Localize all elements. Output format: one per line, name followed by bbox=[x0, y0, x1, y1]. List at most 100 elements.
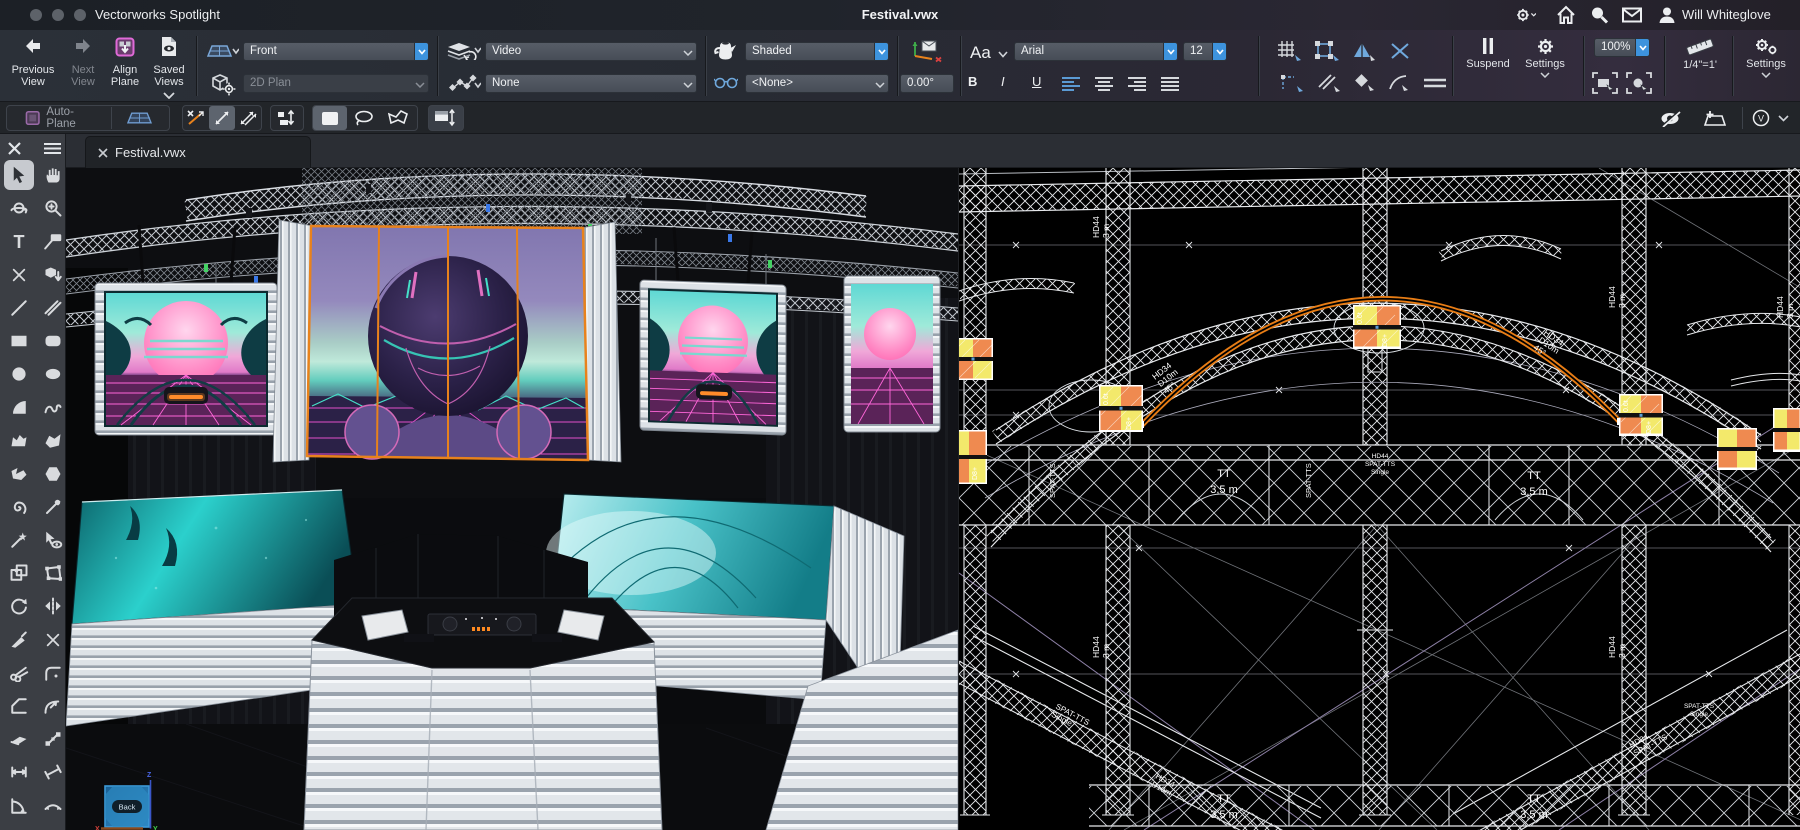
eraser-tool[interactable] bbox=[4, 724, 34, 754]
close-tab-icon[interactable] bbox=[98, 148, 108, 158]
oval-tool[interactable] bbox=[38, 359, 68, 389]
underline-button[interactable]: U bbox=[1032, 74, 1041, 89]
align-left-icon[interactable] bbox=[1062, 77, 1080, 91]
text-style-button[interactable]: Aa bbox=[970, 43, 991, 63]
video-panel[interactable] bbox=[1773, 408, 1800, 452]
wand-tool[interactable] bbox=[4, 525, 34, 555]
rectangle-marquee-button[interactable] bbox=[313, 106, 347, 130]
snap-object-icon[interactable] bbox=[1315, 41, 1339, 61]
bottom-horizontal-truss[interactable] bbox=[1089, 785, 1800, 826]
reshape-tool[interactable] bbox=[38, 558, 68, 588]
auto-plane-dropdown[interactable]: Auto-Plane bbox=[40, 106, 107, 130]
fit-objects-icon[interactable] bbox=[1592, 72, 1618, 94]
connect-tool[interactable] bbox=[38, 724, 68, 754]
next-view-button[interactable]: Next View bbox=[60, 34, 106, 98]
trim-tool[interactable] bbox=[4, 658, 34, 688]
working-plane-icon[interactable] bbox=[910, 38, 944, 64]
video-panel[interactable] bbox=[1717, 428, 1757, 470]
saved-views-button[interactable]: Saved Views bbox=[146, 34, 192, 98]
snap-smart-edge-icon[interactable] bbox=[1317, 73, 1341, 93]
render-dropdown[interactable]: Shaded bbox=[745, 42, 889, 61]
wireframe-viewport[interactable]: HD443 m HD443 m HD443 m HD443 m HD443 m … bbox=[958, 168, 1800, 830]
rounded-rectangle-tool[interactable] bbox=[38, 326, 68, 356]
suspend-button[interactable]: Suspend bbox=[1462, 38, 1514, 70]
size-dropdown-button[interactable] bbox=[1212, 43, 1226, 60]
user-icon[interactable] bbox=[1657, 5, 1677, 25]
spiral-tool[interactable] bbox=[4, 492, 34, 522]
dimension-angular-tool[interactable] bbox=[4, 791, 34, 821]
push-pull-tool[interactable] bbox=[38, 260, 68, 290]
line-tool[interactable] bbox=[4, 293, 34, 323]
dj-booth[interactable] bbox=[304, 598, 662, 830]
class-dropdown[interactable]: None bbox=[485, 74, 697, 93]
polyline-curve-tool[interactable] bbox=[4, 459, 34, 489]
render-mode-icon[interactable] bbox=[713, 40, 738, 61]
regular-polygon-tool[interactable] bbox=[38, 459, 68, 489]
video-panel[interactable]: 0.6t D8+ bbox=[1619, 394, 1663, 436]
view-cube-label[interactable]: Back bbox=[119, 803, 136, 812]
fit-selection-icon[interactable] bbox=[1626, 72, 1652, 94]
led-screen-far-right[interactable] bbox=[844, 276, 940, 432]
circle-tool[interactable] bbox=[4, 359, 34, 389]
gear-menu-icon[interactable] bbox=[1516, 5, 1536, 25]
quick-preferences-button[interactable]: Settings bbox=[1738, 38, 1794, 78]
video-panel[interactable] bbox=[959, 338, 993, 380]
rotate-tool[interactable] bbox=[4, 591, 34, 621]
move-duplicate-button[interactable] bbox=[271, 106, 301, 130]
version-badge-icon[interactable]: V bbox=[1752, 109, 1770, 127]
font-dropdown[interactable]: Arial bbox=[1014, 42, 1178, 61]
lasso-marquee-button[interactable] bbox=[347, 106, 381, 130]
callout-tool[interactable] bbox=[38, 226, 68, 256]
render-dropdown-button[interactable] bbox=[874, 43, 888, 60]
hide-details-icon[interactable] bbox=[1660, 110, 1682, 127]
scaling-multiple-button[interactable] bbox=[235, 106, 261, 130]
font-size-dropdown[interactable]: 12 bbox=[1183, 42, 1227, 61]
view-dropdown-button[interactable] bbox=[414, 43, 428, 60]
align-right-icon[interactable] bbox=[1128, 77, 1146, 91]
extend-arc-tool[interactable] bbox=[38, 691, 68, 721]
dimension-angled-tool[interactable] bbox=[38, 757, 68, 787]
snap-intersection-icon[interactable] bbox=[1390, 42, 1410, 60]
previous-view-button[interactable]: Previous View bbox=[10, 34, 56, 98]
add-surface-icon[interactable] bbox=[1702, 110, 1726, 127]
selection-tool[interactable] bbox=[4, 160, 34, 190]
snap-parallel-icon[interactable] bbox=[1424, 78, 1446, 88]
video-panel[interactable]: D8+ bbox=[959, 430, 987, 484]
duplicate-tool[interactable] bbox=[4, 558, 34, 588]
3d-viewport[interactable]: Back X Y Z bbox=[66, 168, 958, 830]
home-icon[interactable] bbox=[1556, 5, 1576, 25]
rotation-field[interactable]: 0.00° bbox=[900, 74, 954, 93]
class-structure-icon[interactable] bbox=[449, 74, 481, 92]
align-justify-icon[interactable] bbox=[1161, 77, 1179, 91]
snap-tangent-icon[interactable] bbox=[1388, 73, 1410, 93]
dimension-linear-tool[interactable] bbox=[4, 757, 34, 787]
chamfer-tool[interactable] bbox=[4, 691, 34, 721]
close-palette-icon[interactable] bbox=[9, 143, 20, 154]
snap-distance-icon[interactable] bbox=[1352, 73, 1376, 93]
snap-settings-button[interactable]: Settings bbox=[1520, 38, 1570, 78]
snap-smart-points-icon[interactable] bbox=[1280, 73, 1304, 93]
polygon-tool[interactable] bbox=[4, 426, 34, 456]
polyline-tool[interactable] bbox=[38, 426, 68, 456]
mirror-tool[interactable] bbox=[38, 591, 68, 621]
select-similar-tool[interactable] bbox=[38, 525, 68, 555]
snap-angle-icon[interactable] bbox=[1352, 41, 1376, 61]
video-panel[interactable]: 0.6t D8+ bbox=[1353, 305, 1401, 349]
text-tool[interactable]: T bbox=[4, 226, 34, 256]
align-plane-button[interactable]: Align Plane bbox=[102, 34, 148, 98]
plane-mode-icon[interactable] bbox=[25, 110, 40, 126]
layer-dropdown[interactable]: Video bbox=[485, 42, 697, 61]
video-panel[interactable]: 0.6t D8+ bbox=[1099, 385, 1143, 432]
zoom-tool[interactable] bbox=[38, 193, 68, 223]
renderworks-glasses-icon[interactable] bbox=[714, 75, 738, 89]
plan-dropdown[interactable]: 2D Plan bbox=[243, 74, 429, 93]
3d-viewport-canvas[interactable]: Back X Y Z bbox=[66, 168, 958, 830]
snap-grid-icon[interactable] bbox=[1278, 41, 1302, 61]
knife-tool[interactable] bbox=[4, 625, 34, 655]
rectangle-tool[interactable] bbox=[4, 326, 34, 356]
flyover-tool[interactable] bbox=[4, 193, 34, 223]
led-screen-center[interactable] bbox=[307, 226, 588, 460]
freehand-tool[interactable] bbox=[38, 392, 68, 422]
italic-button[interactable]: I bbox=[1001, 74, 1005, 89]
plan-rotation-icon[interactable] bbox=[211, 73, 237, 97]
